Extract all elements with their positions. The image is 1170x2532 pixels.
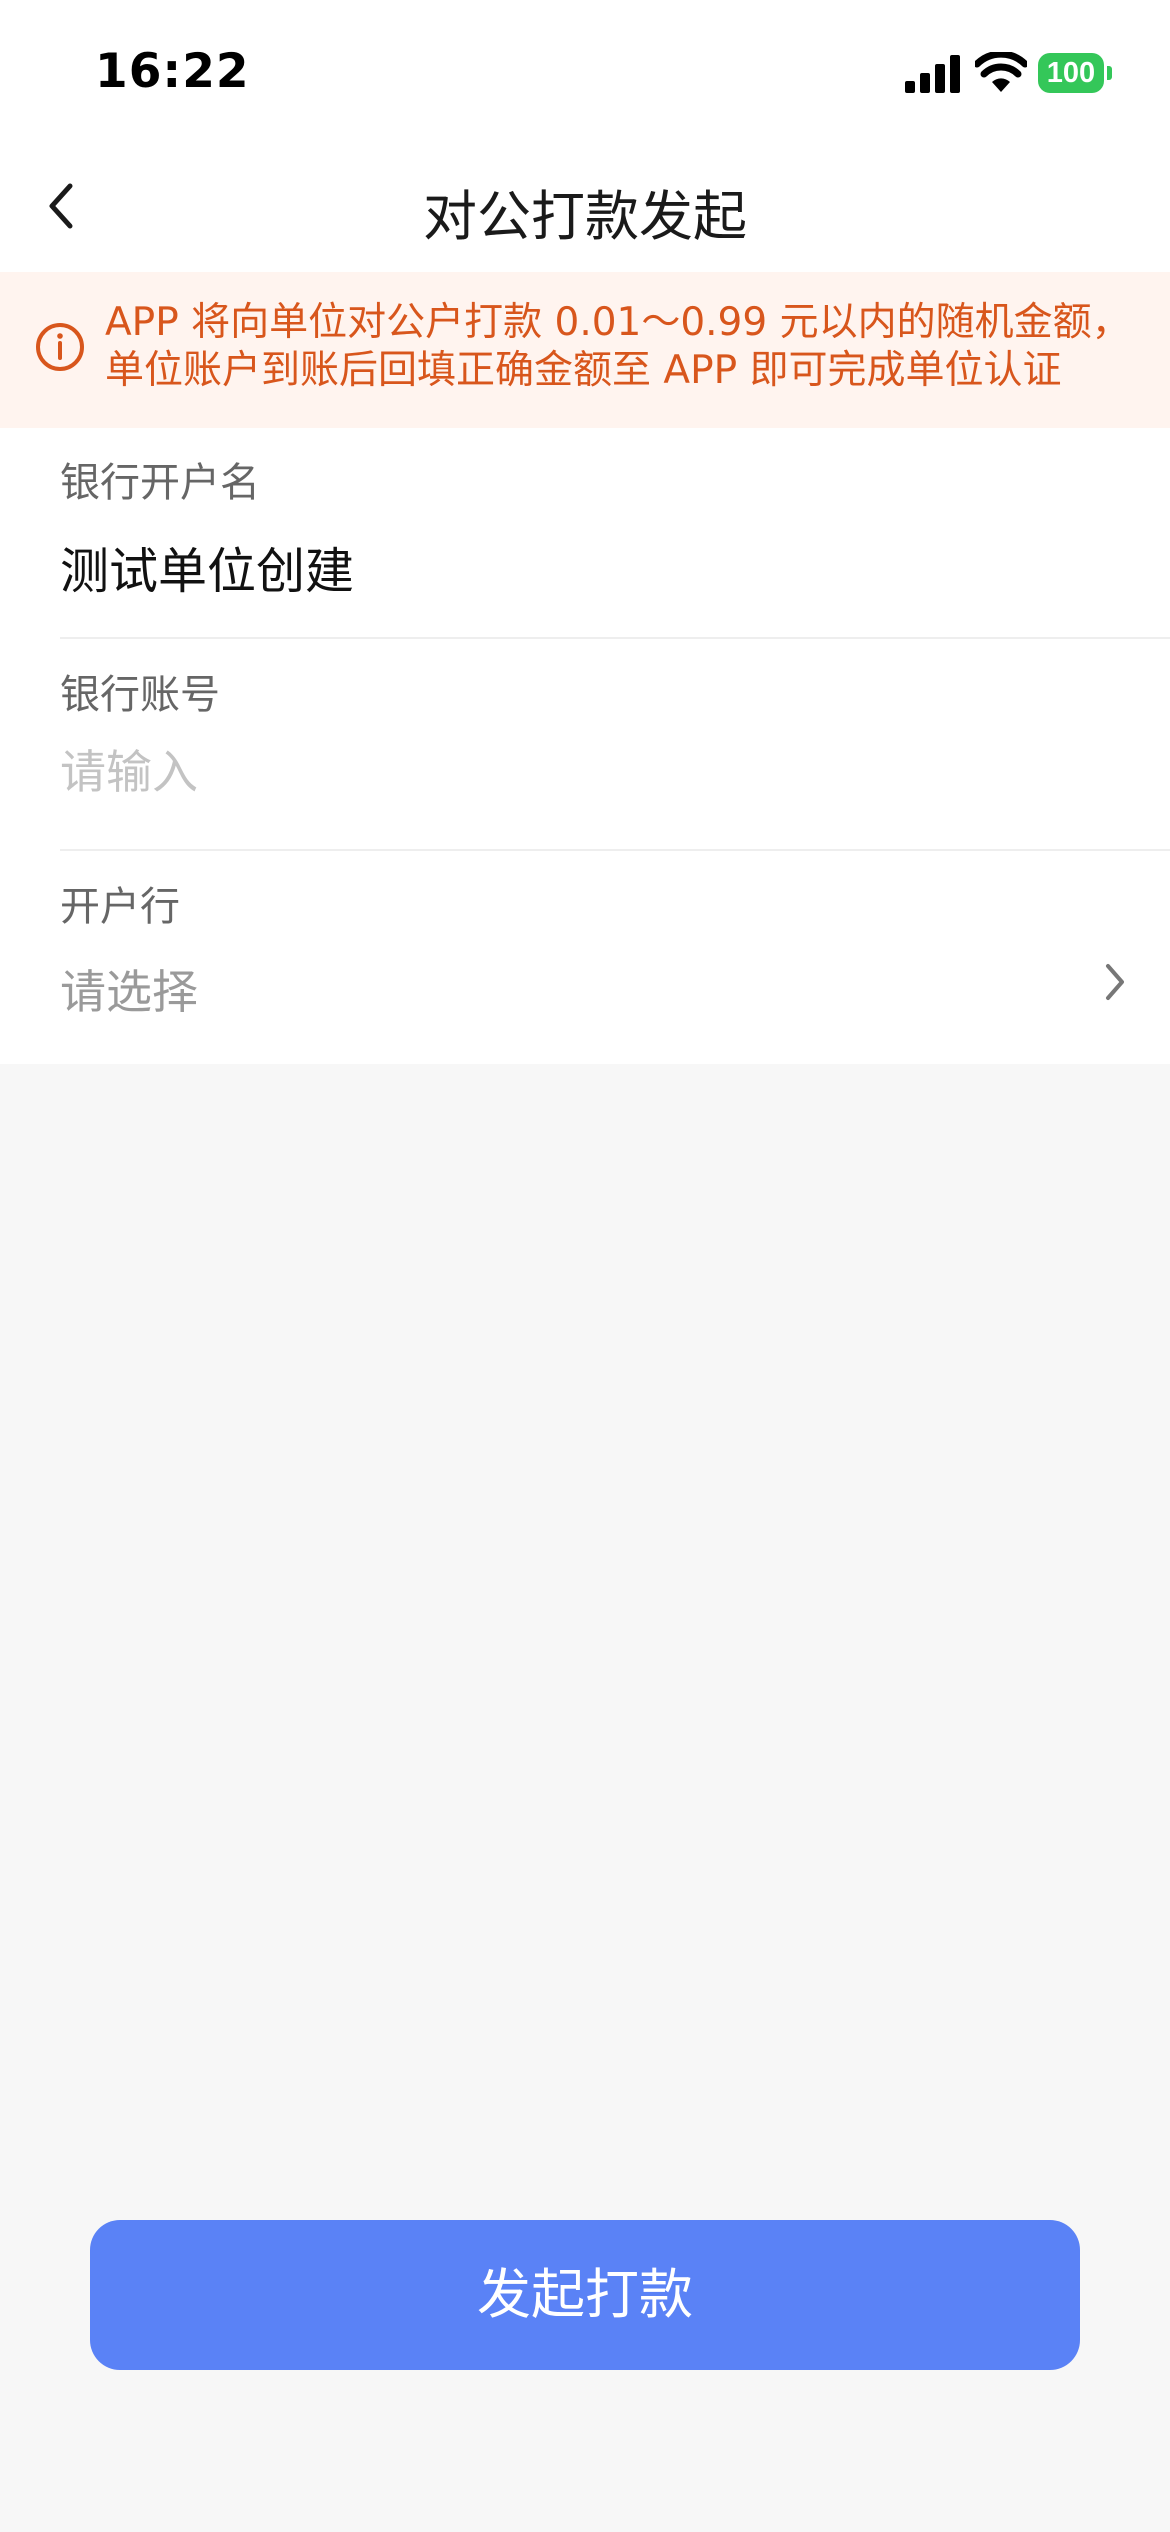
page-title: 对公打款发起 bbox=[423, 185, 747, 248]
info-circle-icon bbox=[36, 323, 84, 371]
battery-cap bbox=[1107, 66, 1112, 80]
battery-level: 100 bbox=[1038, 53, 1104, 93]
navigation-bar: 对公打款发起 bbox=[0, 140, 1170, 272]
account-number-input[interactable] bbox=[60, 742, 1060, 802]
account-number-label: 银行账号 bbox=[60, 672, 220, 718]
battery-icon: 100 bbox=[1038, 53, 1112, 93]
wifi-icon bbox=[975, 52, 1027, 92]
divider bbox=[60, 637, 1170, 639]
bank-select-placeholder[interactable]: 请选择 bbox=[60, 956, 198, 1022]
status-time: 16:22 bbox=[95, 44, 250, 99]
initiate-payment-button[interactable]: 发起打款 bbox=[90, 2220, 1080, 2370]
notice-text: APP 将向单位对公户打款 0.01～0.99 元以内的随机金额，单位账户到账后… bbox=[105, 300, 1131, 393]
status-bar: 16:22 100 bbox=[0, 0, 1170, 140]
signal-icon bbox=[905, 55, 960, 93]
notice-banner: APP 将向单位对公户打款 0.01～0.99 元以内的随机金额，单位账户到账后… bbox=[0, 272, 1170, 428]
bank-label: 开户行 bbox=[60, 884, 180, 930]
divider bbox=[60, 849, 1170, 851]
account-name-field: 银行开户名 测试单位创建 bbox=[60, 428, 1170, 640]
bank-select-field[interactable]: 开户行 请选择 bbox=[60, 852, 1170, 1064]
account-number-field: 银行账号 bbox=[60, 640, 1170, 852]
chevron-right-icon[interactable] bbox=[1100, 960, 1130, 1004]
account-name-label: 银行开户名 bbox=[60, 460, 260, 506]
account-name-value: 测试单位创建 bbox=[60, 543, 355, 600]
bank-account-form: 银行开户名 测试单位创建 银行账号 开户行 请选择 bbox=[0, 428, 1170, 1064]
